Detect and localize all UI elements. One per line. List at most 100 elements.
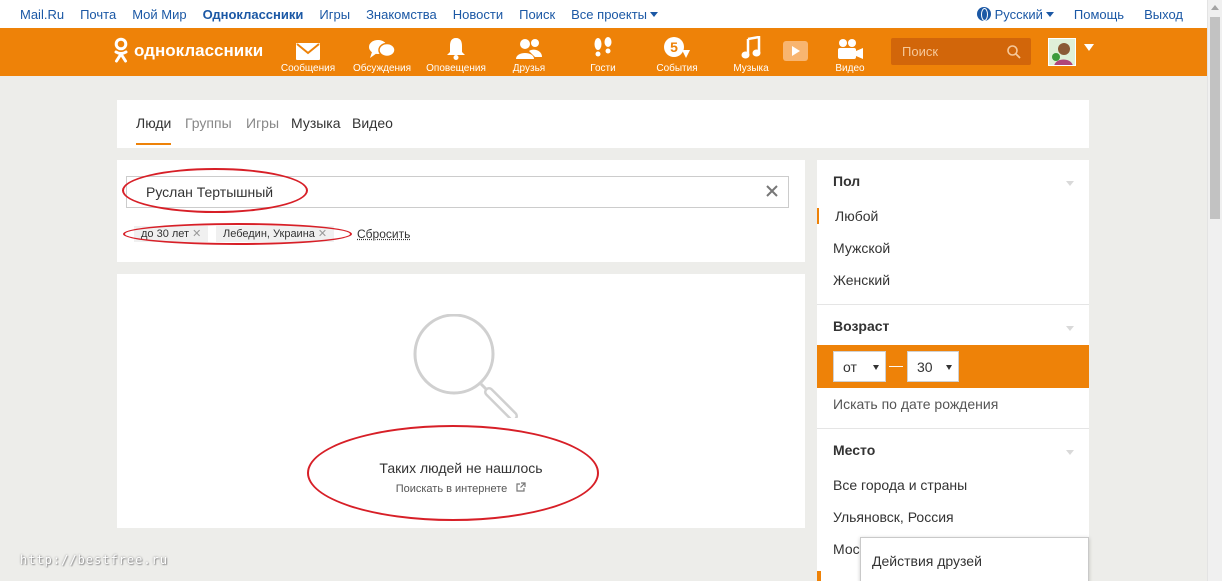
main-header: одноклассники Сообщения Обсуждения Опове… — [0, 28, 1207, 76]
tab-video[interactable]: Видео — [352, 115, 393, 131]
people-search-input[interactable] — [127, 177, 727, 207]
chevron-down-icon[interactable] — [1066, 181, 1074, 186]
range-dash: — — [889, 357, 903, 373]
search-results-panel: Таких людей не нашлось Поискать в интерн… — [117, 274, 805, 528]
nav-friends-label: Друзья — [494, 63, 564, 74]
chip-remove-icon[interactable]: ✕ — [318, 228, 327, 240]
footprints-icon — [591, 36, 615, 60]
portal-link-search[interactable]: Поиск — [519, 7, 555, 22]
place-option-moscow[interactable]: Мос — [833, 541, 860, 557]
query-field-wrap — [126, 176, 789, 208]
site-logo[interactable]: одноклассники — [114, 37, 263, 65]
chevron-down-icon[interactable] — [1066, 450, 1074, 455]
nav-events[interactable]: 5 События — [642, 34, 712, 74]
age-to-value: 30 — [917, 359, 933, 375]
gender-option-female[interactable]: Женский — [833, 272, 890, 288]
all-projects-label: Все проекты — [571, 7, 647, 22]
magnifier-icon — [413, 314, 521, 418]
filter-gender-title[interactable]: Пол — [833, 173, 860, 189]
filter-age-title[interactable]: Возраст — [833, 318, 889, 334]
no-results-title: Таких людей не нашлось — [117, 460, 805, 476]
help-link[interactable]: Помощь — [1074, 7, 1124, 22]
nav-guests[interactable]: Гости — [568, 34, 638, 74]
nav-discussions[interactable]: Обсуждения — [347, 34, 417, 74]
place-option-all[interactable]: Все города и страны — [833, 477, 967, 493]
filter-chip-place-label: Лебедин, Украина — [223, 228, 315, 240]
nav-messages[interactable]: Сообщения — [273, 34, 343, 74]
header-search-input[interactable] — [891, 38, 1001, 65]
logout-link[interactable]: Выход — [1144, 7, 1183, 22]
scrollbar-thumb[interactable] — [1210, 17, 1220, 219]
filter-chip-place[interactable]: Лебедин, Украина ✕ — [216, 226, 334, 242]
friends-activity-label: Действия друзей — [872, 553, 982, 569]
tab-people[interactable]: Люди — [136, 115, 171, 145]
nav-notifications[interactable]: Оповещения — [421, 34, 491, 74]
portal-link-mailru[interactable]: Mail.Ru — [20, 7, 64, 22]
video-play-icon[interactable] — [783, 41, 808, 61]
nav-guests-label: Гости — [568, 63, 638, 74]
age-to-select[interactable]: 30 — [907, 351, 959, 382]
tab-groups[interactable]: Группы — [185, 115, 232, 131]
gender-option-any[interactable]: Любой — [817, 208, 1089, 224]
filter-place-title[interactable]: Место — [833, 442, 875, 458]
search-by-birthdate-link[interactable]: Искать по дате рождения — [833, 396, 998, 412]
nav-music[interactable]: Музыка — [716, 34, 786, 74]
portal-link-all-projects[interactable]: Все проекты — [571, 7, 658, 22]
music-note-icon — [741, 36, 761, 60]
avatar-menu-chevron-icon[interactable] — [1084, 44, 1094, 51]
portal-link-moimir[interactable]: Мой Мир — [132, 7, 186, 22]
video-camera-icon — [836, 38, 864, 60]
tab-games[interactable]: Игры — [246, 115, 279, 131]
portal-bar: Mail.Ru Почта Мой Мир Одноклассники Игры… — [0, 0, 1207, 28]
friends-activity-popup[interactable]: Действия друзей — [860, 537, 1089, 581]
portal-link-news[interactable]: Новости — [453, 7, 503, 22]
gender-option-male[interactable]: Мужской — [833, 240, 890, 256]
tab-music[interactable]: Музыка — [291, 115, 341, 131]
events-badge: 5 — [670, 39, 678, 55]
chip-remove-icon[interactable]: ✕ — [192, 228, 201, 240]
events-icon: 5 — [663, 36, 691, 60]
globe-icon — [977, 7, 991, 21]
bell-icon — [446, 37, 466, 60]
age-from-value: от — [843, 359, 857, 375]
nav-notifications-label: Оповещения — [421, 63, 491, 74]
scroll-up-arrow-icon[interactable] — [1211, 5, 1219, 10]
user-avatar-icon — [1049, 39, 1076, 66]
filter-chip-age[interactable]: до 30 лет ✕ — [134, 226, 208, 242]
filters-panel: Пол Любой Мужской Женский Возраст от — 3… — [817, 160, 1089, 581]
age-from-select[interactable]: от — [833, 351, 886, 382]
chevron-down-icon — [873, 365, 879, 370]
envelope-icon — [296, 43, 320, 60]
nav-music-label: Музыка — [716, 63, 786, 74]
search-web-label: Поискать в интернете — [396, 483, 508, 495]
chat-bubbles-icon — [368, 38, 396, 60]
nav-discussions-label: Обсуждения — [347, 63, 417, 74]
selected-option-marker — [817, 571, 821, 581]
nav-video[interactable]: Видео — [815, 34, 885, 74]
logo-text: одноклассники — [134, 41, 263, 61]
header-search — [891, 38, 1031, 65]
search-web-link[interactable]: Поискать в интернете — [117, 482, 805, 495]
portal-link-mail[interactable]: Почта — [80, 7, 116, 22]
portal-link-dating[interactable]: Знакомства — [366, 7, 437, 22]
search-type-tabs: Люди Группы Игры Музыка Видео — [117, 100, 1089, 148]
people-search-panel: до 30 лет✕ Лебедин, Украина✕ Сбросить — [117, 160, 805, 262]
search-icon[interactable] — [1007, 45, 1021, 59]
avatar[interactable] — [1048, 38, 1076, 66]
portal-link-odnoklassniki[interactable]: Одноклассники — [203, 7, 304, 22]
friends-icon — [515, 38, 543, 60]
external-link-icon — [516, 482, 526, 492]
chevron-down-icon — [650, 12, 658, 17]
divider — [817, 428, 1089, 429]
chevron-down-icon[interactable] — [1066, 326, 1074, 331]
page-scrollbar[interactable] — [1207, 0, 1222, 581]
reset-filters-link[interactable]: Сбросить — [357, 227, 410, 241]
close-icon[interactable] — [765, 184, 779, 198]
nav-friends[interactable]: Друзья — [494, 34, 564, 74]
nav-video-label: Видео — [815, 63, 885, 74]
portal-link-games[interactable]: Игры — [319, 7, 350, 22]
language-selector[interactable]: Русский — [977, 7, 1054, 22]
age-range-bar: от — 30 — [817, 345, 1089, 388]
place-option-ulyanovsk[interactable]: Ульяновск, Россия — [833, 509, 954, 525]
language-label: Русский — [995, 7, 1043, 22]
